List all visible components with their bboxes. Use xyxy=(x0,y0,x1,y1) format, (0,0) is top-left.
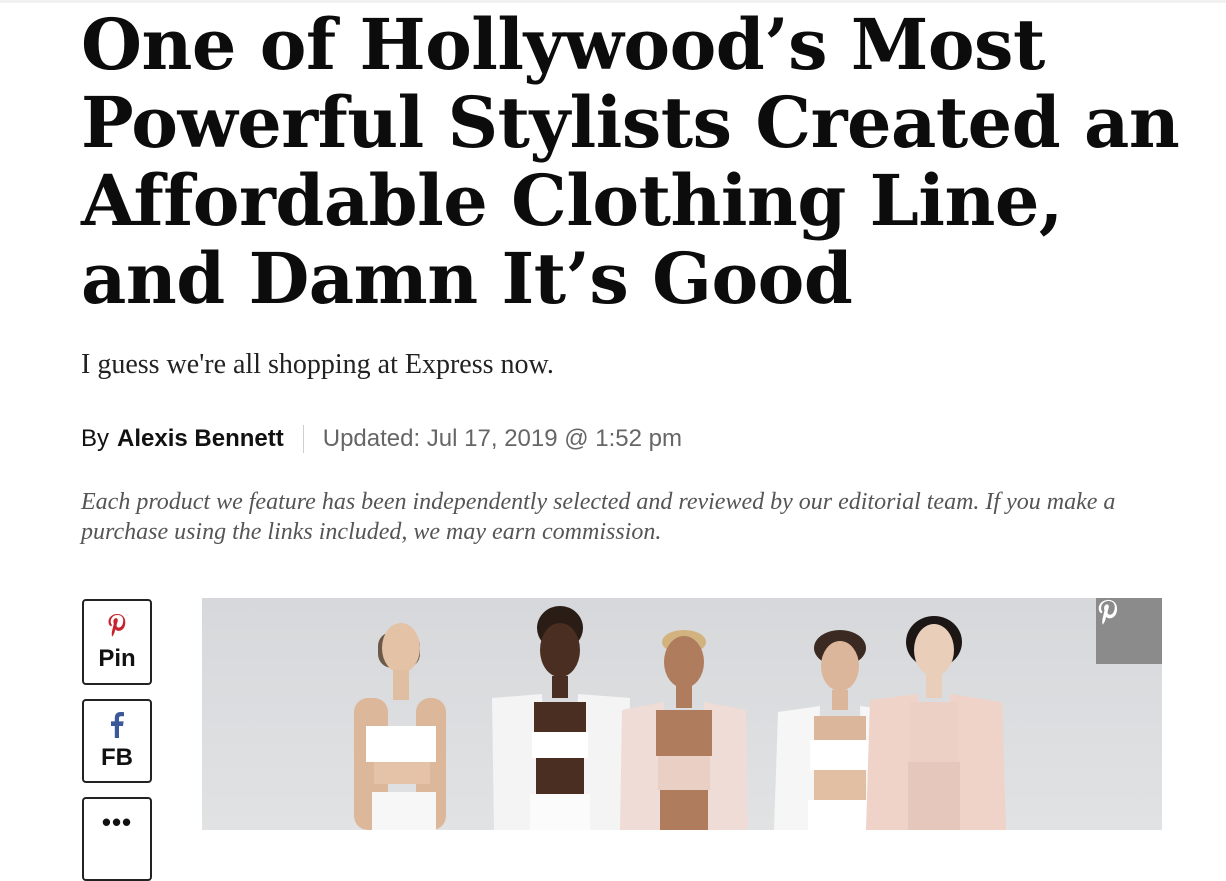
share-fb-label: FB xyxy=(101,743,133,771)
affiliate-disclaimer: Each product we feature has been indepen… xyxy=(81,489,1116,545)
updated-timestamp: Updated: Jul 17, 2019 @ 1:52 pm xyxy=(322,425,682,452)
byline-prefix: By xyxy=(81,425,110,452)
byline: By Alexis Bennett Updated: Jul 17, 2019 … xyxy=(81,423,682,455)
article-dek: I guess we're all shopping at Express no… xyxy=(81,349,554,380)
pin-image-button[interactable] xyxy=(1096,598,1162,664)
hero-image xyxy=(202,598,1162,830)
article-title: One of Hollywood’s Most Powerful Stylist… xyxy=(81,3,1180,320)
model-figure xyxy=(620,630,748,830)
byline-divider xyxy=(302,425,304,453)
share-pin-button[interactable]: Pin xyxy=(82,599,152,685)
model-figure xyxy=(492,606,630,830)
more-dots-icon: ••• xyxy=(101,806,133,837)
pinterest-icon xyxy=(1098,599,1118,625)
model-figure xyxy=(354,623,446,830)
model-figure xyxy=(866,616,1006,830)
author-link[interactable]: Alexis Bennett xyxy=(117,425,284,453)
share-facebook-button[interactable]: FB xyxy=(82,699,152,783)
share-more-button[interactable]: ••• xyxy=(82,797,152,881)
facebook-icon xyxy=(110,711,124,743)
models-illustration xyxy=(354,606,1006,830)
pinterest-icon xyxy=(106,613,128,644)
share-pin-label: Pin xyxy=(98,644,136,672)
